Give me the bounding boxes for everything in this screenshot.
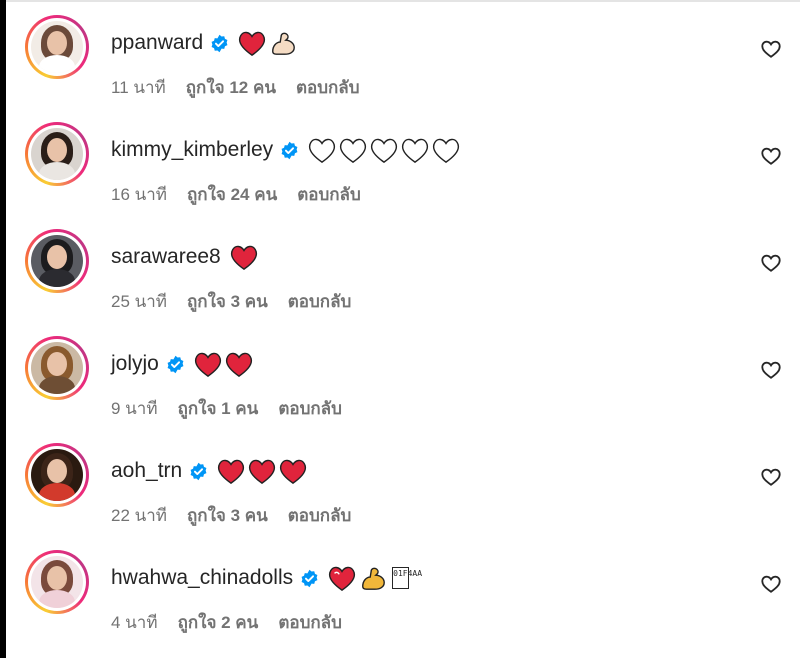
red-heart-emoji-icon — [230, 245, 257, 270]
reply-button[interactable]: ตอบกลับ — [297, 185, 361, 204]
red-heart-emoji-icon — [249, 459, 276, 484]
avatar[interactable] — [25, 443, 89, 507]
reply-button[interactable]: ตอบกลับ — [288, 506, 352, 525]
comment-time: 16 นาที — [111, 185, 168, 204]
white-heart-emoji-icon — [371, 138, 398, 163]
username[interactable]: jolyjo — [111, 352, 159, 376]
red-heart-emoji-icon — [194, 352, 221, 377]
reply-button[interactable]: ตอบกลับ — [288, 292, 352, 311]
verified-badge-icon — [190, 462, 207, 480]
red-heart-emoji-icon — [218, 459, 245, 484]
red-heart-emoji-icon — [225, 352, 252, 377]
white-heart-emoji-icon — [402, 138, 429, 163]
like-count[interactable]: ถูกใจ 12 คน — [186, 78, 276, 97]
comment-time: 11 นาที — [111, 78, 166, 97]
comment-item: hwahwa_chinadolls 01F4AA 4 นาที ถูกใจ 2 ค… — [0, 535, 800, 635]
like-count[interactable]: ถูกใจ 3 คน — [187, 292, 268, 311]
comment-item: jolyjo 9 นาที ถูกใจ 1 คน ตอบกลับ — [0, 321, 800, 421]
username[interactable]: aoh_trn — [111, 459, 182, 483]
red-heart-emoji-icon — [280, 459, 307, 484]
verified-badge-icon — [281, 141, 298, 159]
unknown-glyph-icon: 01F4AA — [392, 567, 422, 589]
avatar[interactable] — [25, 229, 89, 293]
comment-time: 4 นาที — [111, 613, 158, 632]
verified-badge-icon — [301, 569, 318, 587]
heart-on-fire-emoji-icon — [329, 566, 356, 591]
red-heart-emoji-icon — [239, 31, 266, 56]
like-heart-icon[interactable] — [760, 573, 782, 595]
like-heart-icon[interactable] — [760, 252, 782, 274]
verified-badge-icon — [211, 34, 228, 52]
verified-badge-icon — [167, 355, 184, 373]
avatar[interactable] — [25, 15, 89, 79]
like-heart-icon[interactable] — [760, 145, 782, 167]
comment-time: 25 นาที — [111, 292, 168, 311]
like-count[interactable]: ถูกใจ 1 คน — [178, 399, 259, 418]
comment-item: aoh_trn 22 นาที ถูกใจ 3 คน ตอบกลับ — [0, 428, 800, 528]
like-count[interactable]: ถูกใจ 24 คน — [187, 185, 277, 204]
like-heart-icon[interactable] — [760, 466, 782, 488]
comment-time: 9 นาที — [111, 399, 158, 418]
like-count[interactable]: ถูกใจ 3 คน — [187, 506, 268, 525]
username[interactable]: kimmy_kimberley — [111, 138, 273, 162]
comment-item: sarawaree8 25 นาที ถูกใจ 3 คน ตอบกลับ — [0, 214, 800, 314]
white-heart-emoji-icon — [433, 138, 460, 163]
flexed-biceps-emoji-icon — [362, 567, 386, 590]
white-heart-emoji-icon — [340, 138, 367, 163]
username[interactable]: sarawaree8 — [111, 245, 221, 269]
like-heart-icon[interactable] — [760, 38, 782, 60]
comment-item: ppanward 11 นาที ถูกใจ 12 คน ตอบกลับ — [0, 0, 800, 100]
white-heart-emoji-icon — [309, 138, 336, 163]
avatar[interactable] — [25, 550, 89, 614]
avatar[interactable] — [25, 122, 89, 186]
avatar[interactable] — [25, 336, 89, 400]
reply-button[interactable]: ตอบกลับ — [278, 399, 342, 418]
reply-button[interactable]: ตอบกลับ — [296, 78, 360, 97]
comment-time: 22 นาที — [111, 506, 168, 525]
username[interactable]: hwahwa_chinadolls — [111, 566, 293, 590]
reply-button[interactable]: ตอบกลับ — [278, 613, 342, 632]
flexed-biceps-emoji-icon — [272, 32, 296, 55]
like-heart-icon[interactable] — [760, 359, 782, 381]
comment-item: kimmy_kimberley 16 นาที ถูกใจ 24 คน ตอบกลั… — [0, 107, 800, 207]
username[interactable]: ppanward — [111, 31, 203, 55]
like-count[interactable]: ถูกใจ 2 คน — [178, 613, 259, 632]
